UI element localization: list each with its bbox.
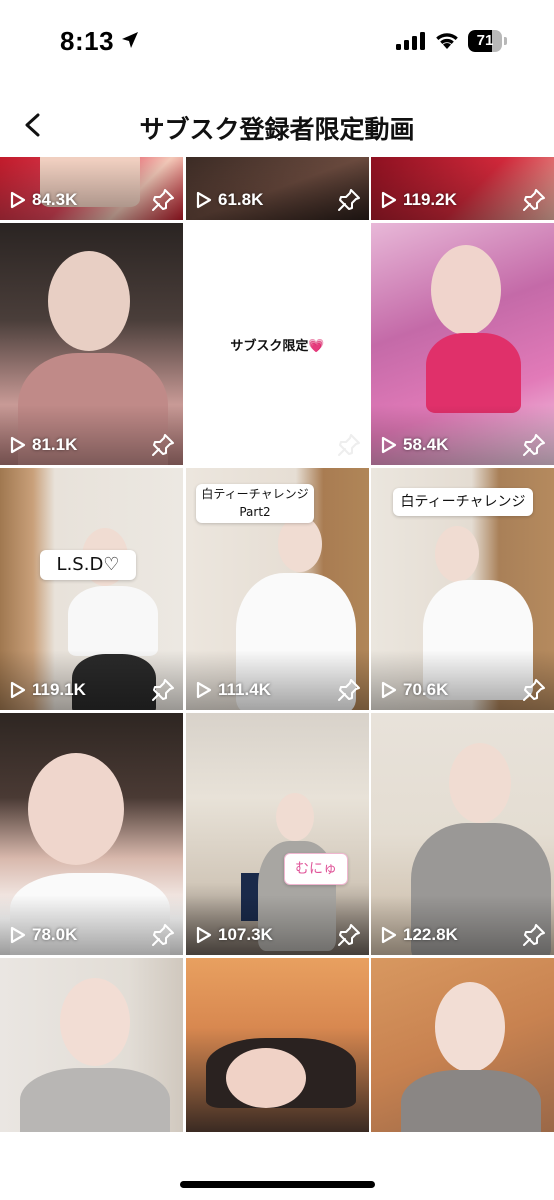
home-indicator[interactable] [180,1181,375,1188]
video-tile[interactable] [186,958,369,1132]
view-count: 119.2K [381,188,457,212]
status-time: 8:13 [60,26,115,56]
video-caption: むにゅ [284,853,348,885]
video-tile[interactable]: 白ティーチャレンジ 70.6K [371,468,554,710]
play-icon [10,681,26,699]
view-count: 84.3K [10,188,77,212]
video-tile[interactable] [0,958,183,1132]
view-count: 122.8K [381,923,458,947]
view-count: 111.4K [196,678,271,702]
video-tile[interactable]: 78.0K [0,713,183,955]
video-caption: サブスク限定💗 [230,339,325,354]
video-tile[interactable]: 58.4K [371,223,554,465]
video-grid[interactable]: 84.3K 61.8K 119.2K 81.1K サブスク限定💗 58.4K L… [0,157,554,1132]
pin-icon[interactable] [522,678,546,702]
pin-icon[interactable] [151,678,175,702]
video-caption: 白ティーチャレンジ [393,488,533,516]
pin-icon[interactable] [522,923,546,947]
video-caption: 白ティーチャレンジ Part2 [196,484,314,523]
cellular-signal-icon [396,32,425,50]
pin-icon[interactable] [522,188,546,212]
header: サブスク登録者限定動画 [0,96,554,154]
video-caption: L.S.D♡ [40,550,136,580]
video-tile[interactable]: 81.1K [0,223,183,465]
pin-icon[interactable] [151,433,175,457]
view-count: 70.6K [381,678,448,702]
battery-level-text: 71 [476,32,494,49]
play-icon [196,191,212,209]
play-icon [10,436,26,454]
view-count: 58.4K [381,433,448,457]
view-count: 78.0K [10,923,77,947]
video-tile[interactable]: 84.3K [0,157,183,220]
page-title: サブスク登録者限定動画 [139,115,415,144]
play-icon [196,681,212,699]
location-arrow-icon [122,32,138,48]
battery-icon: 71 [468,30,508,52]
pin-icon[interactable] [337,433,361,457]
status-bar: 8:13 71 [0,0,554,90]
video-tile[interactable] [371,958,554,1132]
pin-icon[interactable] [151,923,175,947]
screen: 8:13 71 サブスク登録者限定動画 84.3K 61.8K 119.2K 8… [0,0,554,1200]
play-icon [381,681,397,699]
pin-icon[interactable] [337,188,361,212]
view-count: 61.8K [196,188,263,212]
video-tile[interactable]: サブスク限定💗 [186,223,369,465]
pin-icon[interactable] [337,923,361,947]
video-tile[interactable]: 白ティーチャレンジ Part2 111.4K [186,468,369,710]
play-icon [381,436,397,454]
view-count: 107.3K [196,923,273,947]
video-tile[interactable]: むにゅ 107.3K [186,713,369,955]
view-count: 119.1K [10,678,86,702]
video-tile[interactable]: L.S.D♡ 119.1K [0,468,183,710]
play-icon [381,926,397,944]
play-icon [196,926,212,944]
pin-icon[interactable] [337,678,361,702]
pin-icon[interactable] [522,433,546,457]
view-count: 81.1K [10,433,77,457]
wifi-icon [436,33,458,49]
video-tile[interactable]: 122.8K [371,713,554,955]
video-tile[interactable]: 119.2K [371,157,554,220]
pin-icon[interactable] [151,188,175,212]
play-icon [10,191,26,209]
play-icon [10,926,26,944]
play-icon [381,191,397,209]
video-tile[interactable]: 61.8K [186,157,369,220]
